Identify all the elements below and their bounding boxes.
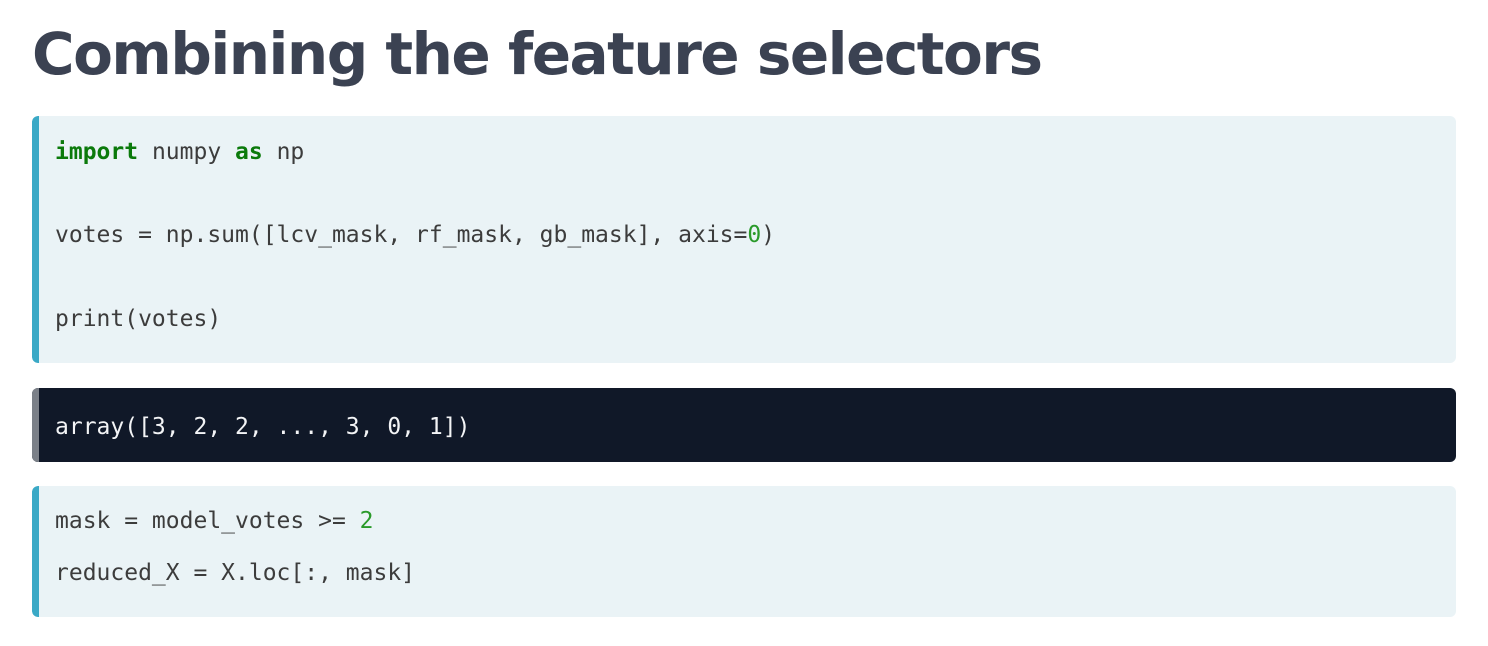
slide-title: Combining the feature selectors [32, 20, 1043, 88]
keyword-as: as [235, 139, 263, 165]
keyword-import: import [55, 139, 139, 165]
votes-expression: votes = np.sum([lcv_mask, rf_mask, gb_ma… [55, 222, 748, 248]
code-line-print: print(votes) [55, 306, 222, 332]
mask-expression: mask = model_votes >= [55, 508, 360, 534]
code-line-reduced: reduced_X = X.loc[:, mask] [55, 560, 416, 586]
code-line-mask: mask = model_votes >= 2 [55, 505, 374, 537]
axis-number: 0 [747, 222, 762, 248]
votes-closing-paren: ) [761, 222, 776, 248]
output-cell: array([3, 2, 2, ..., 3, 0, 1]) [32, 388, 1456, 462]
output-text: array([3, 2, 2, ..., 3, 0, 1]) [55, 414, 471, 440]
code-line-votes: votes = np.sum([lcv_mask, rf_mask, gb_ma… [55, 219, 775, 251]
code-cell-mask[interactable]: mask = model_votes >= 2 reduced_X = X.lo… [32, 486, 1456, 617]
code-cell-imports[interactable]: import numpy as np votes = np.sum([lcv_m… [32, 116, 1456, 363]
code-line-import: import numpy as np [55, 136, 304, 168]
threshold-number: 2 [359, 508, 374, 534]
module-alias: np [262, 139, 305, 165]
module-name: numpy [138, 139, 236, 165]
